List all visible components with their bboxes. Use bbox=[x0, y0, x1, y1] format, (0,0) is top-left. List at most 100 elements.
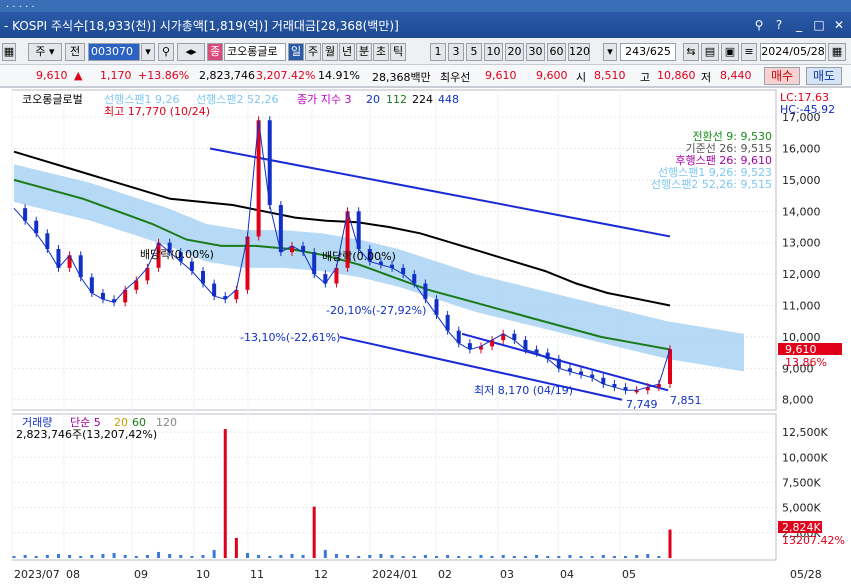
date-tick-label: 02 bbox=[438, 568, 452, 581]
volume-bar bbox=[56, 553, 60, 558]
volume-bar bbox=[490, 555, 494, 558]
point-annotation-2: 7,851 bbox=[670, 394, 702, 407]
volume-bar bbox=[401, 555, 405, 558]
volume-bar bbox=[101, 553, 105, 558]
volume-bar bbox=[412, 555, 416, 558]
compare-icon[interactable]: ⇆ bbox=[683, 43, 699, 61]
data-count-field[interactable]: 243/625 bbox=[620, 43, 676, 61]
minimize-icon[interactable]: _ bbox=[791, 17, 807, 33]
date-tick-label: 10 bbox=[196, 568, 210, 581]
menu-icon[interactable]: ≡ bbox=[741, 43, 757, 61]
volume-bar bbox=[201, 554, 205, 558]
high-price: 10,860 bbox=[657, 69, 696, 82]
volume: 2,823,746 bbox=[199, 69, 255, 82]
volume-bar bbox=[12, 555, 16, 558]
buy-button[interactable]: 매수 bbox=[764, 67, 800, 85]
low-label: 저 bbox=[701, 71, 712, 84]
volume-bar bbox=[624, 555, 628, 558]
window-title: - KOSPI 주식수[18,933(천)] 시가총액[1,819(억)] 거래… bbox=[4, 18, 399, 33]
volume-bar bbox=[479, 554, 483, 558]
volume-legend-ma120: 120 bbox=[156, 416, 177, 429]
dropdown-arrow-icon[interactable]: ▾ bbox=[141, 43, 155, 61]
volume-bar bbox=[390, 554, 394, 558]
low-annotation: 최저 8,170 (04/19) bbox=[474, 384, 573, 397]
chart-area[interactable]: 17,000 16,000 15,000 14,000 13,000 12,000 11,0… bbox=[0, 87, 851, 583]
period-tab-2[interactable]: 월 bbox=[322, 43, 338, 61]
date-tick-label: 2024/01 bbox=[372, 568, 418, 581]
period-tab-1[interactable]: 주 bbox=[305, 43, 321, 61]
price-tick-label: 11,000 bbox=[782, 300, 821, 313]
interval-button-1[interactable]: 1 bbox=[430, 43, 446, 61]
dividend-annotation-2: 배당락(0.00%) bbox=[322, 250, 396, 263]
dropdown-arrow-icon[interactable]: ▾ bbox=[603, 43, 617, 61]
search-icon[interactable]: ⚲ bbox=[158, 43, 174, 61]
volume-bar bbox=[179, 554, 183, 558]
best-ask: 9,610 bbox=[485, 69, 517, 82]
turnover: 14.91% bbox=[318, 69, 360, 82]
all-button[interactable]: 전 bbox=[65, 43, 85, 61]
sell-button[interactable]: 매도 bbox=[806, 67, 842, 85]
save-icon[interactable]: ▣ bbox=[721, 43, 739, 61]
maximize-icon[interactable]: □ bbox=[811, 17, 827, 33]
interval-button-10[interactable]: 10 bbox=[484, 43, 503, 61]
volume-bar bbox=[279, 554, 283, 558]
legend-stock-name: 코오롱글로벌 bbox=[22, 93, 83, 106]
stock-code-input[interactable]: 003070 bbox=[88, 43, 140, 61]
grid-view-icon[interactable]: ▤ bbox=[701, 43, 719, 61]
hc-label: HC:-45.92 bbox=[780, 103, 835, 116]
interval-button-30[interactable]: 30 bbox=[526, 43, 545, 61]
date-tick-label: 2023/07 bbox=[14, 568, 60, 581]
volume-pct-label: 13207.42% bbox=[782, 534, 845, 547]
volume-bar bbox=[79, 555, 83, 558]
volume-bar bbox=[568, 554, 572, 558]
interval-button-120[interactable]: 120 bbox=[568, 43, 590, 61]
volume-bar bbox=[190, 555, 194, 558]
volume-tick-label: 7,500K bbox=[782, 476, 821, 489]
volume-bar bbox=[535, 554, 539, 558]
volume-tick-label: 10,000K bbox=[782, 451, 828, 464]
period-tab-0[interactable]: 일 bbox=[288, 43, 304, 61]
volume-bar bbox=[68, 554, 72, 558]
open-price: 8,510 bbox=[594, 69, 626, 82]
market-select-label: 주 bbox=[35, 45, 46, 58]
volume-bar bbox=[112, 552, 116, 558]
grid-icon[interactable]: ▦ bbox=[2, 43, 16, 61]
price-tick-label: 8,000 bbox=[782, 394, 814, 407]
open-label: 시 bbox=[576, 71, 587, 84]
period-tab-3[interactable]: 년 bbox=[339, 43, 355, 61]
price-tick-label: 13,000 bbox=[782, 237, 821, 250]
help-icon[interactable]: ? bbox=[771, 17, 787, 33]
volume-bar bbox=[646, 553, 650, 558]
volume-bar bbox=[134, 555, 138, 558]
volume-bar bbox=[501, 554, 505, 558]
volume-bar bbox=[579, 555, 583, 558]
link-icon[interactable]: ⚲ bbox=[751, 17, 767, 33]
volume-bar bbox=[590, 555, 594, 558]
calendar-icon[interactable]: ▦ bbox=[828, 43, 846, 61]
period-tab-4[interactable]: 분 bbox=[356, 43, 372, 61]
close-icon[interactable]: ✕ bbox=[831, 17, 847, 33]
speaker-icon[interactable]: ◂▸ bbox=[177, 43, 205, 61]
interval-button-20[interactable]: 20 bbox=[505, 43, 524, 61]
up-arrow-icon: ▲ bbox=[74, 69, 83, 82]
volume-bar bbox=[446, 554, 450, 558]
price-tick-label: 14,000 bbox=[782, 205, 821, 218]
volume-bar bbox=[346, 554, 350, 558]
market-select[interactable]: 주 ▾ bbox=[28, 43, 62, 61]
price-change-pct: +13.86% bbox=[138, 69, 190, 82]
date-field[interactable]: 2024/05/28 bbox=[760, 43, 826, 61]
volume-bar bbox=[601, 554, 605, 558]
date-tick-label: 09 bbox=[134, 568, 148, 581]
price-tick-label: 15,000 bbox=[782, 174, 821, 187]
volume-bar bbox=[301, 554, 305, 558]
period-tab-6[interactable]: 틱 bbox=[390, 43, 406, 61]
interval-button-3[interactable]: 3 bbox=[448, 43, 464, 61]
volume-bar bbox=[557, 555, 561, 558]
interval-button-5[interactable]: 5 bbox=[466, 43, 482, 61]
price-chart-svg[interactable]: 17,00016,00015,00014,00013,00012,00011,0… bbox=[0, 88, 851, 584]
volume-bar bbox=[257, 554, 261, 558]
volume-bar bbox=[546, 555, 550, 558]
volume-info: 2,823,746주(13,207,42%) bbox=[16, 428, 157, 441]
period-tab-5[interactable]: 초 bbox=[373, 43, 389, 61]
interval-button-60[interactable]: 60 bbox=[547, 43, 566, 61]
